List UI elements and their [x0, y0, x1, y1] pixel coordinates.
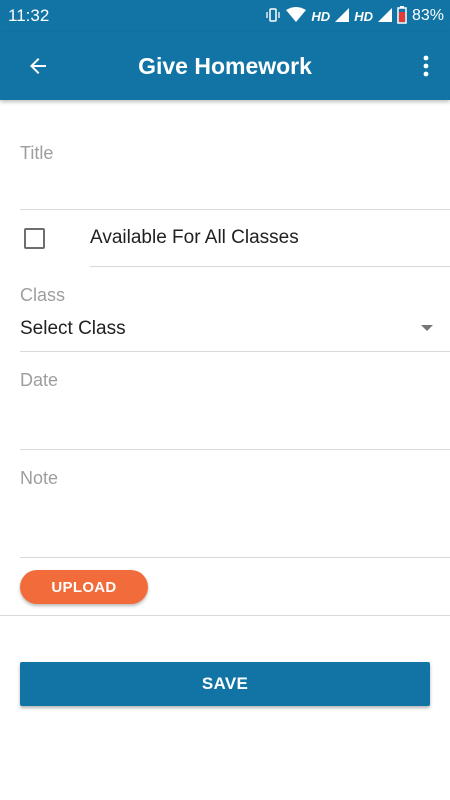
- all-classes-underline: [90, 266, 450, 267]
- wifi-icon: [286, 6, 307, 26]
- status-bar: 11:32 HD HD 83%: [0, 0, 450, 32]
- arrow-back-icon: [30, 58, 46, 74]
- section-divider: [0, 615, 450, 616]
- signal-icon: [335, 7, 350, 25]
- date-field[interactable]: Date: [20, 370, 58, 391]
- class-select-underline: [20, 351, 450, 352]
- more-vert-icon: [423, 55, 429, 77]
- all-classes-checkbox[interactable]: [24, 228, 45, 249]
- class-label: Class: [20, 285, 66, 305]
- page-title: Give Homework: [138, 53, 312, 79]
- status-time: 11:32: [8, 6, 50, 25]
- class-select[interactable]: Select Class: [20, 318, 126, 340]
- signal-icon: [377, 7, 392, 25]
- overflow-menu-button[interactable]: [412, 46, 440, 86]
- back-button[interactable]: [18, 46, 58, 86]
- vibrate-icon: [265, 7, 281, 26]
- status-icons: HD HD 83%: [265, 5, 444, 27]
- battery-icon: [397, 5, 407, 27]
- note-field-underline: [20, 557, 450, 558]
- battery-percent: 83%: [411, 7, 444, 24]
- all-classes-label[interactable]: Available For All Classes: [90, 227, 299, 249]
- date-field-underline: [20, 449, 450, 450]
- save-button[interactable]: SAVE: [20, 662, 430, 706]
- title-field-underline: [20, 209, 450, 210]
- dropdown-arrow-icon[interactable]: [421, 325, 433, 331]
- title-field[interactable]: Title: [20, 143, 53, 164]
- app-toolbar: Give Homework: [0, 32, 450, 100]
- upload-button[interactable]: UPLOAD: [20, 570, 148, 604]
- hd-indicator: HD: [354, 8, 373, 24]
- hd-indicator: HD: [311, 8, 331, 24]
- note-field[interactable]: Note: [20, 468, 58, 489]
